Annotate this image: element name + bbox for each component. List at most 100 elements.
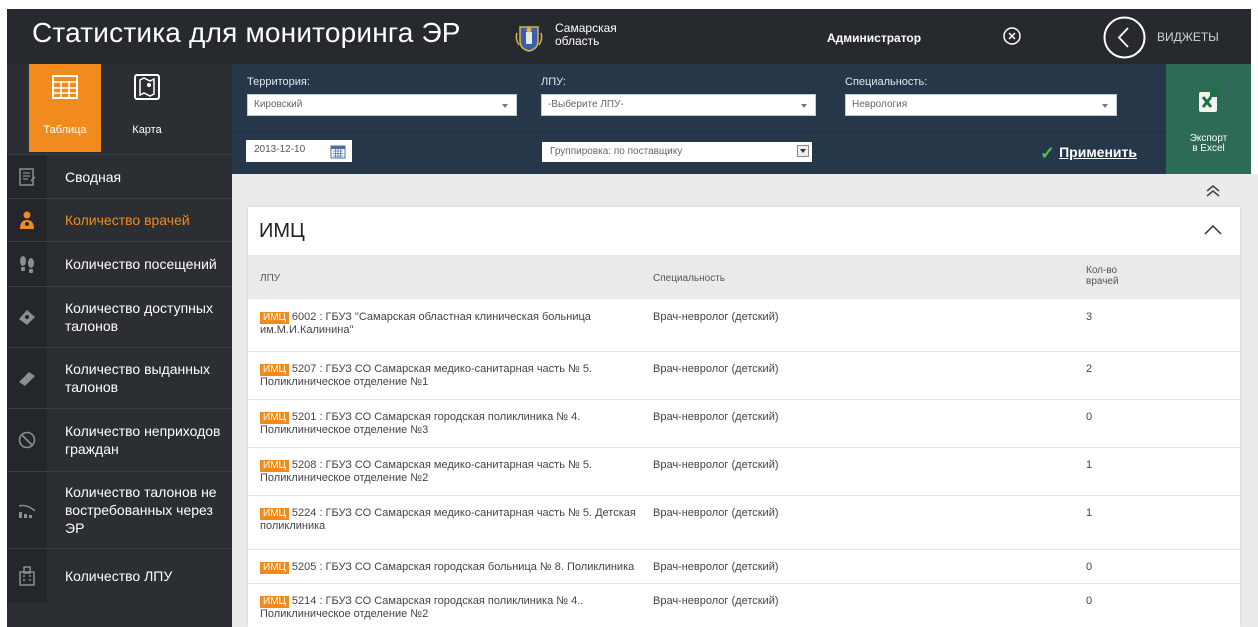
- nav-item-available-tickets[interactable]: Количество доступных талонов: [7, 286, 232, 347]
- imc-tag: ИМЦ: [260, 562, 289, 574]
- nav-item-summary[interactable]: Сводная: [7, 154, 232, 198]
- specialty-cell: Врач-невролог (детский): [653, 459, 779, 471]
- calendar-icon[interactable]: [330, 143, 346, 159]
- nav-item-label: Количество талонов не востребованных чер…: [65, 484, 217, 536]
- lpu-label: ЛПУ:: [541, 76, 566, 88]
- table-row[interactable]: ИМЦ 5224 : ГБУЗ СО Самарская медико-санит…: [248, 495, 1240, 550]
- specialty-select[interactable]: Неврология: [845, 94, 1117, 116]
- date-value: 2013-12-10: [254, 144, 306, 155]
- imc-tag: ИМЦ: [260, 508, 289, 520]
- building-icon: [19, 566, 35, 586]
- tab-table[interactable]: Таблица: [29, 64, 101, 152]
- lpu-name: 5208 : ГБУЗ СО Самарская медико-санитарн…: [260, 459, 593, 484]
- table-row[interactable]: ИМЦ 6002 : ГБУЗ "Самарская областная клин…: [248, 299, 1240, 352]
- chevron-down-icon: [502, 104, 508, 108]
- double-chevron-up-icon[interactable]: [1205, 184, 1221, 198]
- export-excel-button[interactable]: Экспорт в Excel: [1166, 64, 1251, 174]
- nav-item-no-shows[interactable]: Количество неприходов граждан: [7, 408, 232, 471]
- specialty-label: Специальность:: [845, 76, 928, 88]
- region-line2: область: [555, 34, 600, 48]
- col-count-line1: Кол-во: [1086, 265, 1118, 276]
- nav-item-label: Количество выданных талонов: [65, 361, 211, 395]
- region-name: Самарская область: [555, 22, 617, 48]
- nav-item-lpu-count[interactable]: Количество ЛПУ: [7, 548, 232, 603]
- check-icon: ✓: [1040, 143, 1056, 163]
- specialty-cell: Врач-невролог (детский): [653, 595, 779, 607]
- count-cell: 2: [1086, 363, 1093, 375]
- table-row[interactable]: ИМЦ 5208 : ГБУЗ СО Самарская медико-санит…: [248, 447, 1240, 496]
- sidebar: Таблица Карта Сводная Количество врачей …: [7, 64, 232, 627]
- territory-select[interactable]: Кировский: [247, 94, 517, 116]
- side-nav: Сводная Количество врачей Количество пос…: [7, 154, 232, 603]
- date-field[interactable]: 2013-12-10: [246, 140, 352, 162]
- nav-item-label: Количество посещений: [65, 256, 217, 272]
- table-row[interactable]: ИМЦ 5205 : ГБУЗ СО Самарская городская бо…: [248, 549, 1240, 584]
- table-row[interactable]: ИМЦ 5207 : ГБУЗ СО Самарская медико-санит…: [248, 351, 1240, 400]
- territory-label: Территория:: [247, 76, 310, 88]
- chart-down-icon: [18, 504, 36, 518]
- footprints-icon: [20, 256, 34, 273]
- tab-map-label: Карта: [132, 124, 162, 136]
- apply-button[interactable]: ✓ Применить: [1040, 143, 1137, 164]
- imc-tag: ИМЦ: [260, 364, 289, 376]
- count-cell: 0: [1086, 411, 1093, 423]
- lpu-name: 5224 : ГБУЗ СО Самарская медико-санитарн…: [260, 507, 636, 532]
- tab-table-label: Таблица: [43, 124, 87, 136]
- specialty-cell: Врач-невролог (детский): [653, 561, 779, 573]
- ticket-icon: [19, 310, 35, 325]
- lpu-name: 6002 : ГБУЗ "Самарская областная клиниче…: [260, 311, 591, 336]
- chevron-down-icon: [801, 104, 807, 108]
- table-row[interactable]: ИМЦ 5201 : ГБУЗ СО Самарская городская по…: [248, 399, 1240, 448]
- imc-tag: ИМЦ: [260, 596, 289, 608]
- dropdown-icon: [797, 145, 809, 157]
- grouping-value: Группировка: по поставщику: [550, 146, 683, 157]
- tab-map[interactable]: Карта: [111, 64, 183, 152]
- map-icon: [134, 74, 160, 100]
- lpu-value: -Выберите ЛПУ-: [548, 99, 624, 110]
- nav-item-label: Количество доступных талонов: [65, 300, 213, 334]
- specialty-cell: Врач-невролог (детский): [653, 311, 779, 323]
- nav-item-unclaimed-tickets[interactable]: Количество талонов не востребованных чер…: [7, 471, 232, 548]
- nav-item-label: Количество врачей: [65, 212, 190, 228]
- lpu-name: 5214 : ГБУЗ СО Самарская городская полик…: [260, 595, 584, 620]
- back-arrow-icon[interactable]: [1103, 16, 1146, 59]
- lpu-name: 5205 : ГБУЗ СО Самарская городская больн…: [291, 561, 635, 573]
- chevron-up-icon[interactable]: [1204, 223, 1222, 235]
- table-row[interactable]: ИМЦ 5214 : ГБУЗ СО Самарская городская по…: [248, 583, 1240, 627]
- top-header: Статистика для мониторинга ЭР Самарская …: [7, 9, 1251, 64]
- imc-card: ИМЦ ЛПУ Специальность Кол-во врачей ИМЦ 6…: [248, 207, 1240, 627]
- user-name[interactable]: Администратор: [827, 31, 921, 45]
- export-label: Экспорт в Excel: [1166, 134, 1251, 154]
- no-show-icon: [18, 431, 36, 449]
- export-line2: в Excel: [1192, 143, 1225, 154]
- grouping-select[interactable]: Группировка: по поставщику: [542, 142, 812, 162]
- specialty-cell: Врач-невролог (детский): [653, 507, 779, 519]
- specialty-cell: Врач-невролог (детский): [653, 411, 779, 423]
- count-cell: 3: [1086, 311, 1093, 323]
- imc-tag: ИМЦ: [260, 460, 289, 472]
- app-title: Статистика для мониторинга ЭР: [32, 17, 461, 48]
- count-cell: 1: [1086, 507, 1093, 519]
- summary-icon: [19, 167, 36, 186]
- table-header: ЛПУ Специальность Кол-во врачей: [248, 255, 1240, 299]
- apply-label: Применить: [1059, 144, 1137, 160]
- lpu-select[interactable]: -Выберите ЛПУ-: [541, 94, 816, 116]
- imc-tag: ИМЦ: [260, 312, 289, 324]
- excel-icon: [1199, 89, 1220, 112]
- col-lpu: ЛПУ: [260, 273, 281, 284]
- card-title: ИМЦ: [259, 220, 305, 242]
- nav-item-label: Количество ЛПУ: [65, 568, 173, 584]
- nav-item-doctors[interactable]: Количество врачей: [7, 198, 232, 241]
- widgets-link[interactable]: ВИДЖЕТЫ: [1157, 30, 1219, 44]
- territory-value: Кировский: [254, 99, 303, 110]
- logout-icon[interactable]: [1002, 26, 1022, 46]
- view-tabs: Таблица Карта: [7, 64, 232, 154]
- nav-item-visits[interactable]: Количество посещений: [7, 241, 232, 286]
- table-icon: [52, 75, 78, 99]
- filter-bar: Территория: Кировский ЛПУ: -Выберите ЛПУ…: [232, 64, 1166, 174]
- nav-item-issued-tickets[interactable]: Количество выданных талонов: [7, 347, 232, 408]
- col-specialty: Специальность: [653, 273, 725, 284]
- col-count: Кол-во врачей: [1086, 265, 1119, 287]
- nav-item-label: Количество неприходов граждан: [65, 423, 221, 457]
- doctor-icon: [20, 211, 34, 229]
